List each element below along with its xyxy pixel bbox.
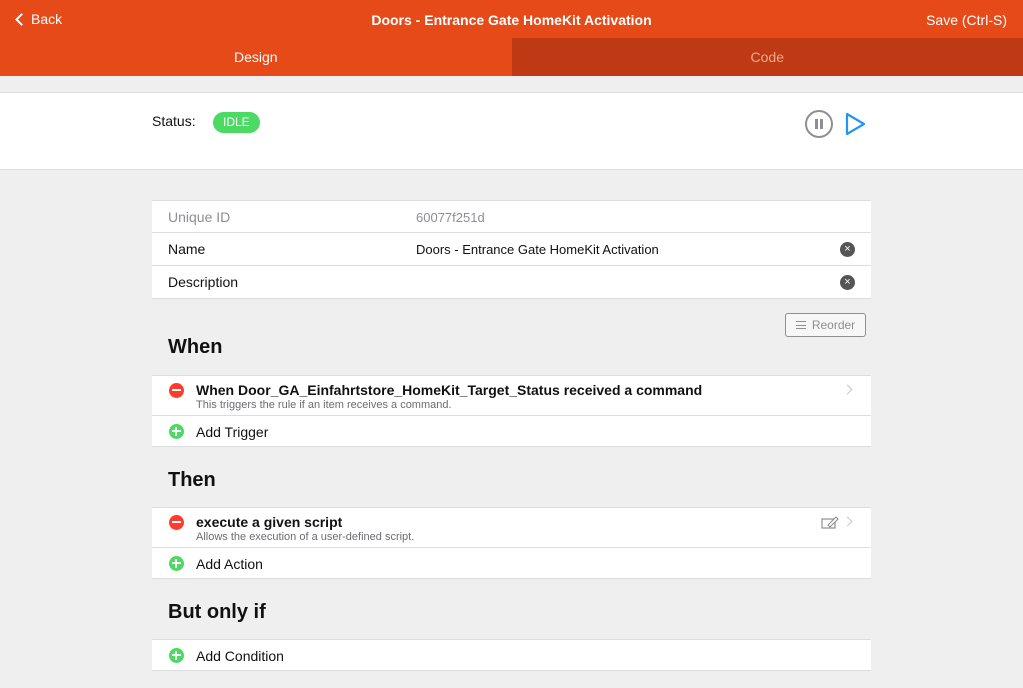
add-action-label: Add Action [196, 556, 263, 572]
add-condition-button[interactable]: Add Condition [152, 640, 871, 671]
name-row[interactable]: Name Doors - Entrance Gate HomeKit Activ… [152, 233, 871, 266]
description-label: Description [168, 274, 239, 290]
when-list: When Door_GA_Einfahrtstore_HomeKit_Targe… [152, 375, 871, 447]
tab-bar: Design Code [0, 38, 1023, 76]
reorder-label: Reorder [811, 318, 856, 332]
trigger-item[interactable]: When Door_GA_Einfahrtstore_HomeKit_Targe… [152, 375, 871, 416]
then-heading: Then [168, 469, 216, 491]
add-trigger-button[interactable]: Add Trigger [152, 416, 871, 447]
remove-icon[interactable] [169, 515, 184, 530]
uid-label: Unique ID [168, 209, 231, 225]
tab-design[interactable]: Design [0, 38, 512, 76]
pause-button[interactable] [805, 110, 833, 138]
reorder-icon [795, 321, 806, 329]
when-heading: When [168, 336, 223, 358]
remove-icon[interactable] [169, 383, 184, 398]
description-row[interactable]: Description × [152, 266, 871, 299]
page-title: Doors - Entrance Gate HomeKit Activation [371, 12, 652, 28]
chevron-right-icon [842, 384, 853, 395]
uid-row: Unique ID 60077f251d [152, 200, 871, 233]
trigger-title: When Door_GA_Einfahrtstore_HomeKit_Targe… [196, 382, 703, 398]
status-badge: IDLE [213, 112, 260, 133]
then-list: execute a given script Allows the execut… [152, 507, 871, 579]
navbar: Back Doors - Entrance Gate HomeKit Activ… [0, 0, 1023, 38]
name-field[interactable]: Doors - Entrance Gate HomeKit Activation [416, 242, 659, 257]
add-icon [169, 648, 184, 663]
add-icon [169, 424, 184, 439]
action-subtitle: Allows the execution of a user-defined s… [196, 531, 415, 543]
condition-list: Add Condition [152, 639, 871, 671]
save-button[interactable]: Save (Ctrl-S) [926, 12, 1007, 28]
reorder-button[interactable]: Reorder [785, 313, 866, 337]
add-action-button[interactable]: Add Action [152, 548, 871, 579]
status-bar: Status: IDLE [0, 92, 1023, 170]
action-title: execute a given script [196, 514, 343, 530]
edit-script-icon[interactable] [821, 516, 839, 530]
trigger-subtitle: This triggers the rule if an item receiv… [196, 399, 452, 411]
chevron-right-icon [842, 516, 853, 527]
add-condition-label: Add Condition [196, 648, 284, 664]
clear-name-icon[interactable]: × [840, 242, 855, 257]
tab-code[interactable]: Code [511, 38, 1023, 76]
rule-fields: Unique ID 60077f251d Name Doors - Entran… [152, 200, 871, 299]
action-item[interactable]: execute a given script Allows the execut… [152, 507, 871, 548]
uid-value: 60077f251d [416, 210, 485, 225]
add-icon [169, 556, 184, 571]
but-only-if-heading: But only if [168, 601, 266, 623]
add-trigger-label: Add Trigger [196, 424, 269, 440]
play-icon[interactable] [842, 111, 868, 137]
name-label: Name [168, 241, 206, 257]
clear-description-icon[interactable]: × [840, 275, 855, 290]
status-label: Status: [152, 113, 196, 129]
